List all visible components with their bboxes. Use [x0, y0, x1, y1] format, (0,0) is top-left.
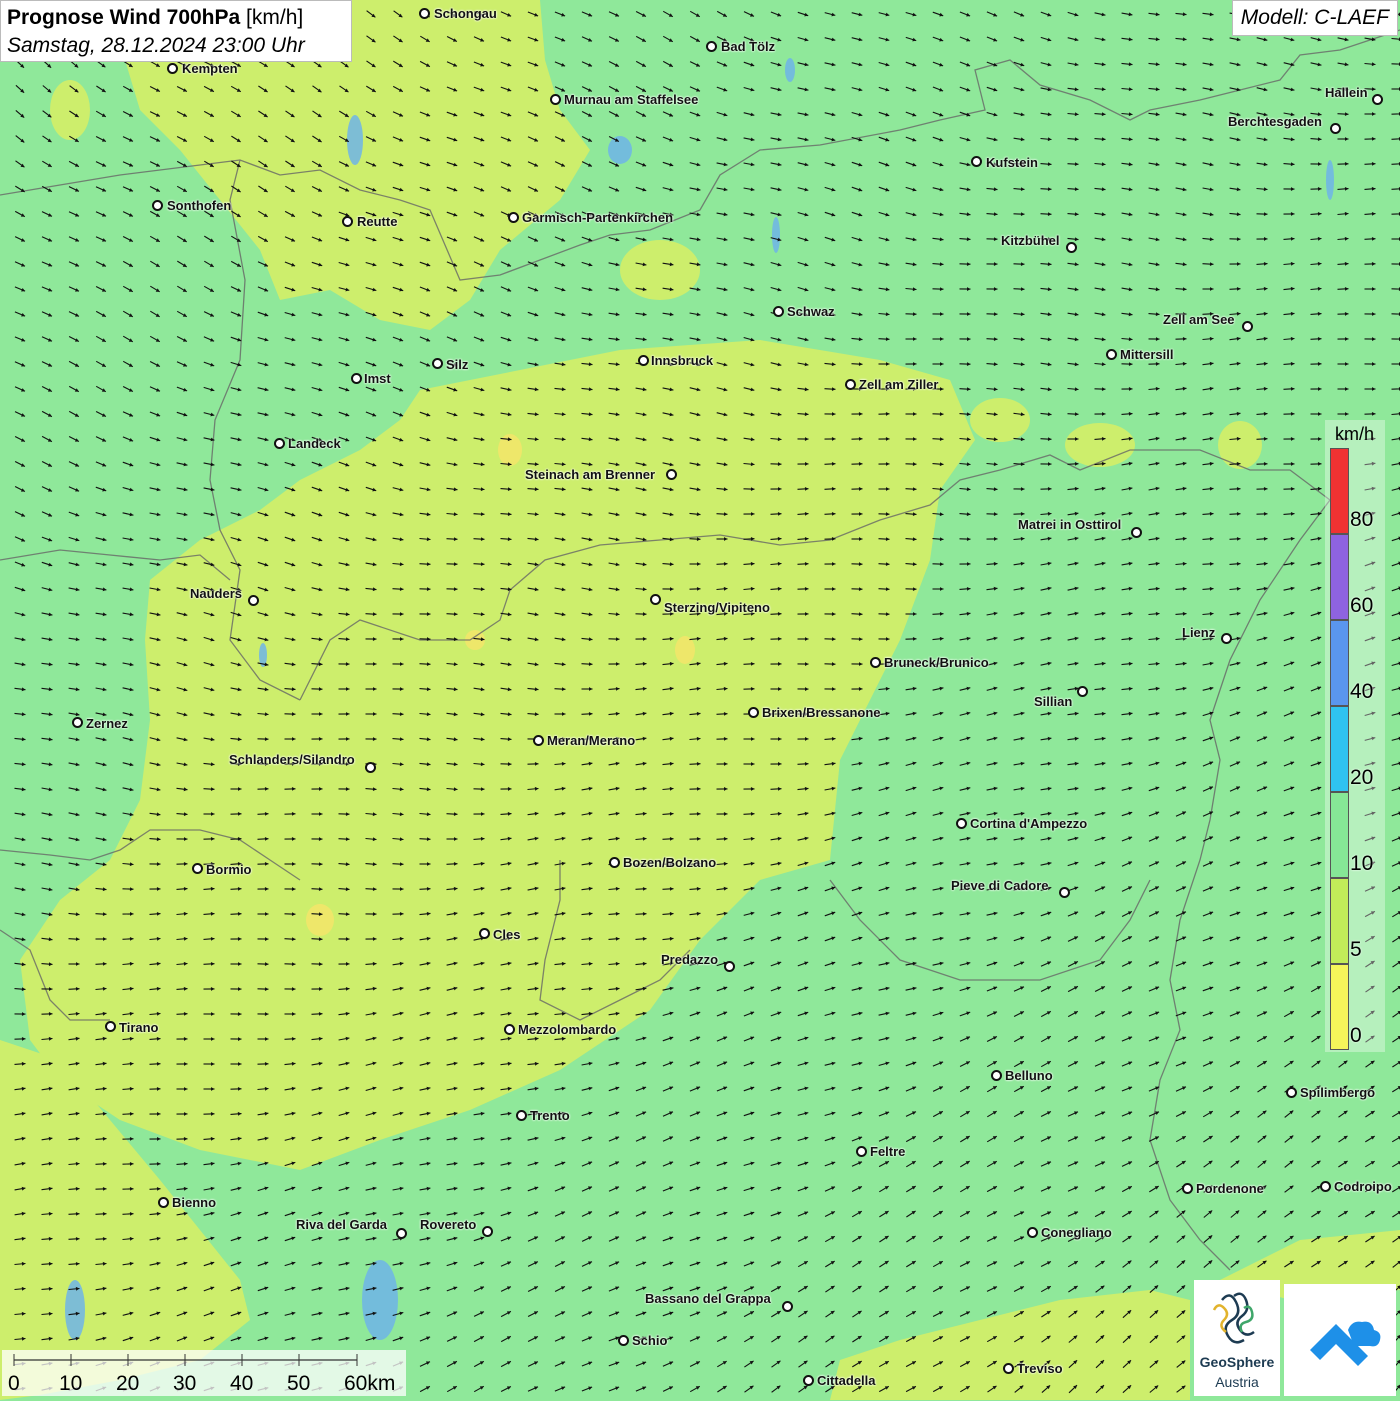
yellow-spot-3 [1218, 421, 1262, 469]
yellow-spot-2 [1065, 423, 1135, 467]
wind-arrow [1392, 189, 1400, 190]
wind-arrow [1392, 139, 1400, 140]
yellow-spot-5 [50, 80, 90, 140]
wind-arrow [1392, 164, 1400, 165]
yellow-spot-4 [620, 240, 700, 300]
yellow-spot-1 [970, 398, 1030, 442]
